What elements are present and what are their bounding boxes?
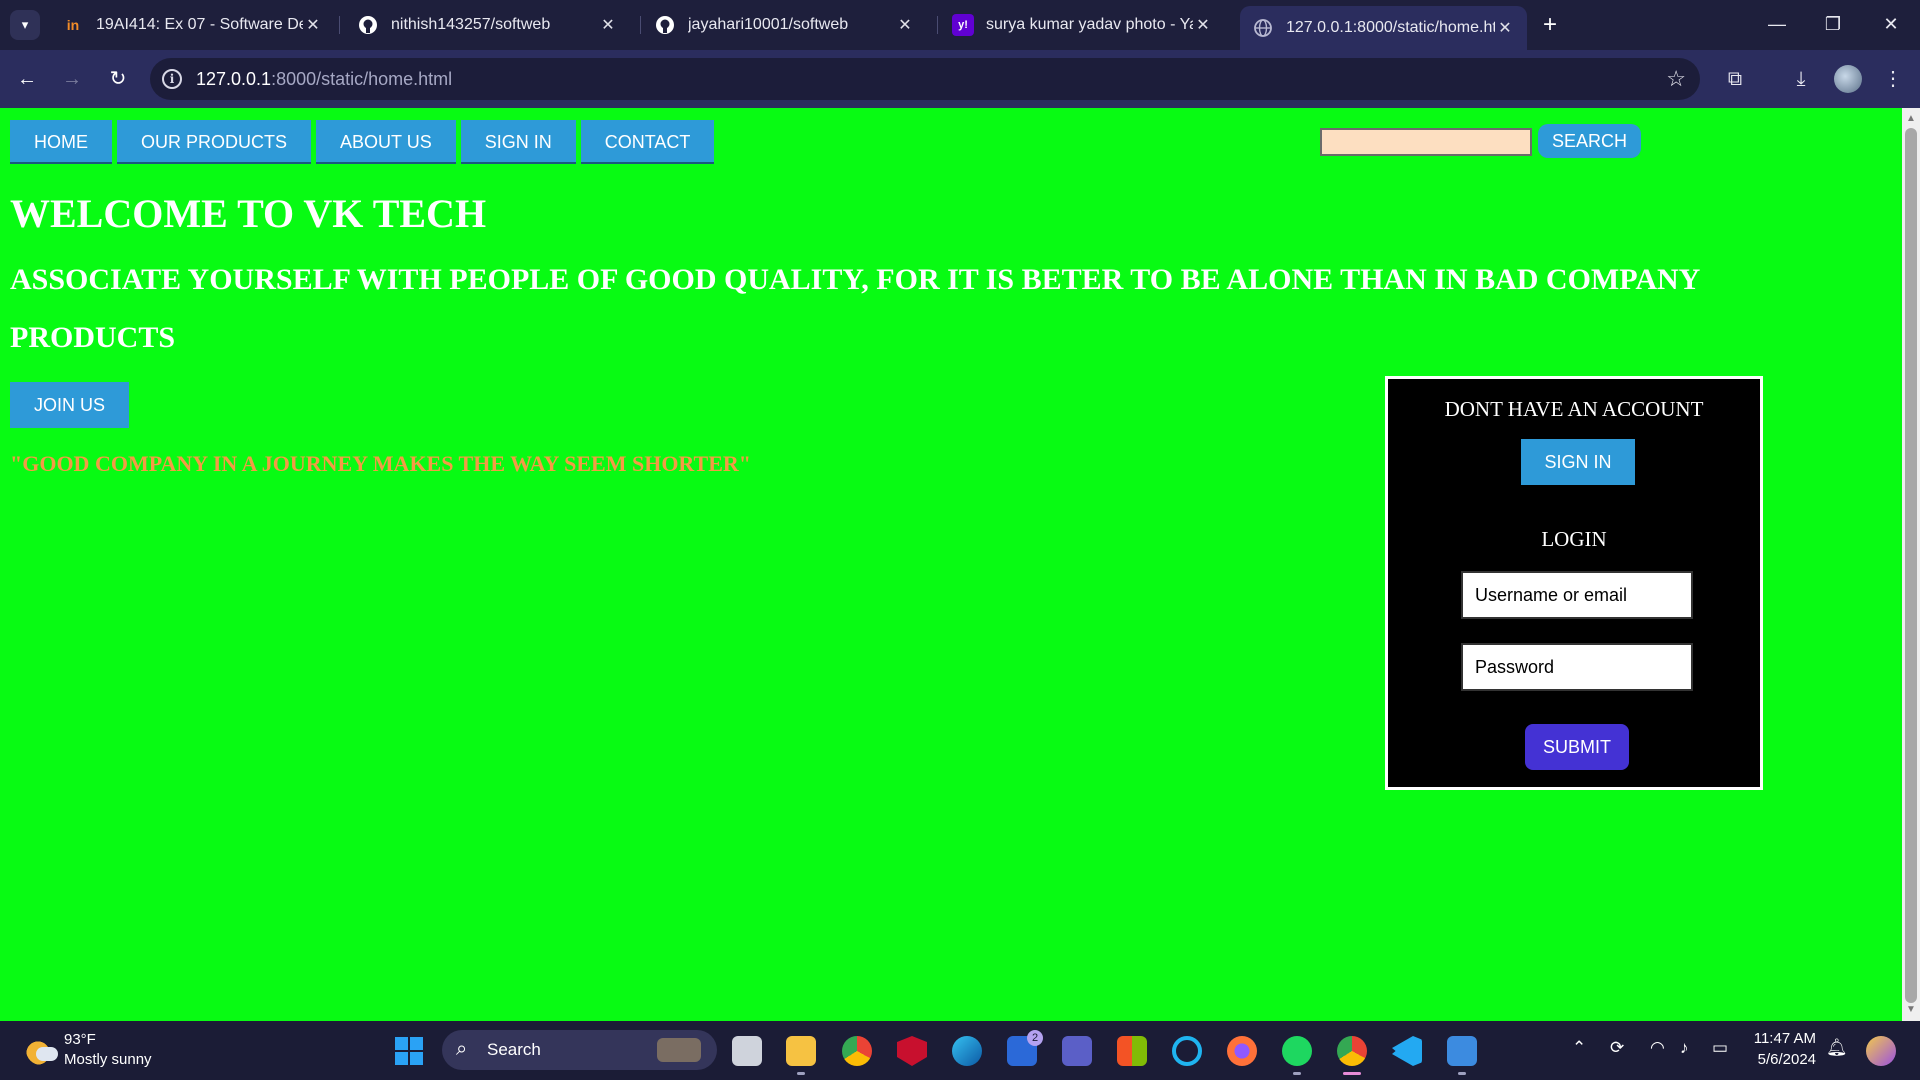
chrome-icon[interactable] (842, 1036, 872, 1066)
menu-kebab-icon[interactable]: ⋮ (1878, 64, 1908, 94)
tab-2[interactable]: jayahari10001/softweb ✕ (642, 6, 927, 44)
lync-icon[interactable]: 2 (1007, 1030, 1043, 1066)
panel-sign-in-button[interactable]: SIGN IN (1521, 439, 1635, 485)
chrome-active-icon[interactable] (1337, 1036, 1367, 1075)
close-window-icon[interactable]: ✕ (1876, 10, 1906, 38)
volume-icon[interactable]: ♪ (1680, 1038, 1689, 1058)
teams-icon[interactable] (1062, 1036, 1092, 1066)
download-icon[interactable]: ⤓ (1786, 64, 1816, 94)
page-viewport: HOME OUR PRODUCTS ABOUT US SIGN IN CONTA… (0, 108, 1920, 1021)
username-field[interactable]: Username or email (1461, 571, 1693, 619)
nav-sign-in[interactable]: SIGN IN (460, 120, 576, 164)
search-button[interactable]: SEARCH (1538, 124, 1642, 158)
browser-tab-strip: ▾ in 19AI414: Ex 07 - Software Devel ✕ n… (0, 0, 1920, 50)
scroll-thumb[interactable] (1905, 128, 1917, 1003)
weather-description[interactable]: Mostly sunny (64, 1051, 152, 1068)
taskbar: 93°F Mostly sunny ⌕ Search 2 ⌃ ⟳ ◠ ♪ ▭ 1… (0, 1021, 1920, 1080)
browser-toolbar: ← → ↻ i 127.0.0.1:8000/static/home.html … (0, 50, 1920, 108)
cortana-icon[interactable] (1172, 1036, 1202, 1066)
extensions-icon[interactable]: ⧉ (1720, 64, 1750, 94)
tab-favicon-in-icon: in (66, 17, 80, 33)
login-panel: DONT HAVE AN ACCOUNT SIGN IN LOGIN Usern… (1385, 376, 1763, 790)
file-explorer-icon[interactable] (786, 1036, 816, 1075)
search-highlight-image (657, 1038, 701, 1062)
scroll-up-icon[interactable]: ▲ (1902, 110, 1920, 128)
vscode-icon[interactable] (1392, 1036, 1422, 1066)
weather-temperature[interactable]: 93°F (64, 1031, 96, 1048)
nav-our-products[interactable]: OUR PRODUCTS (117, 120, 312, 164)
products-heading: PRODUCTS (10, 321, 176, 354)
tab-title: 19AI414: Ex 07 - Software Devel (96, 16, 303, 33)
tab-separator (937, 16, 938, 34)
bookmark-star-icon[interactable]: ☆ (1666, 66, 1686, 92)
site-navbar: HOME OUR PRODUCTS ABOUT US SIGN IN CONTA… (10, 120, 719, 164)
wifi-icon[interactable]: ◠ (1650, 1038, 1665, 1058)
site-info-icon[interactable]: i (162, 69, 182, 89)
notification-badge: 2 (1027, 1030, 1043, 1046)
restore-icon[interactable]: ❐ (1818, 10, 1848, 38)
address-bar[interactable]: i 127.0.0.1:8000/static/home.html ☆ (150, 58, 1700, 100)
taskbar-search[interactable]: ⌕ Search (442, 1030, 717, 1070)
tab-0[interactable]: in 19AI414: Ex 07 - Software Devel ✕ (50, 6, 335, 44)
taskbar-search-label: Search (487, 1040, 541, 1059)
microsoft-store-icon[interactable] (1117, 1036, 1147, 1066)
tab-separator (339, 16, 340, 34)
tab-close-icon[interactable]: ✕ (895, 15, 915, 35)
forward-arrow-icon[interactable]: → (57, 64, 87, 94)
nav-contact[interactable]: CONTACT (580, 120, 715, 164)
clock-time[interactable]: 11:47 AM (1752, 1030, 1816, 1047)
nav-home[interactable]: HOME (10, 120, 112, 164)
firefox-icon[interactable] (1227, 1036, 1257, 1066)
windows-start-icon[interactable] (395, 1037, 423, 1065)
page-title: WELCOME TO VK TECH (10, 191, 487, 236)
battery-icon[interactable]: ▭ (1712, 1038, 1728, 1058)
reload-icon[interactable]: ↻ (103, 64, 133, 94)
login-title: LOGIN (1541, 527, 1607, 551)
nav-about-us[interactable]: ABOUT US (316, 120, 456, 164)
spotify-icon[interactable] (1282, 1036, 1312, 1075)
copilot-icon[interactable] (1866, 1036, 1896, 1066)
tab-title: 127.0.0.1:8000/static/home.htm (1286, 19, 1495, 36)
mcafee-shield-icon[interactable] (897, 1036, 927, 1066)
globe-icon (1252, 17, 1274, 39)
sync-icon[interactable]: ⟳ (1610, 1038, 1624, 1058)
tab-title: surya kumar yadav photo - Yah (986, 16, 1193, 33)
scroll-down-icon[interactable]: ▼ (1902, 1001, 1920, 1019)
password-field[interactable]: Password (1461, 643, 1693, 691)
github-icon (654, 14, 676, 36)
task-view-icon[interactable] (732, 1036, 762, 1066)
tab-separator (640, 16, 641, 34)
submit-button[interactable]: SUBMIT (1525, 724, 1629, 770)
tab-close-icon[interactable]: ✕ (1495, 18, 1515, 38)
tab-active[interactable]: 127.0.0.1:8000/static/home.htm ✕ (1240, 6, 1527, 50)
github-icon (357, 14, 379, 36)
chevron-up-icon[interactable]: ⌃ (1572, 1038, 1586, 1058)
clock-date[interactable]: 5/6/2024 (1752, 1051, 1816, 1068)
tab-title: jayahari10001/softweb (688, 16, 849, 33)
weather-sun-cloud-icon[interactable] (26, 1035, 58, 1065)
minimize-icon[interactable]: — (1762, 10, 1792, 38)
tab-search-icon[interactable]: ▾ (10, 10, 40, 40)
no-account-title: DONT HAVE AN ACCOUNT (1444, 397, 1704, 421)
notification-bell-icon[interactable]: 🔔︎ (1826, 1038, 1848, 1058)
join-us-button[interactable]: JOIN US (10, 382, 130, 428)
notepad-icon[interactable] (1447, 1036, 1477, 1075)
new-tab-icon[interactable]: + (1543, 10, 1557, 40)
tab-close-icon[interactable]: ✕ (598, 15, 618, 35)
search-icon: ⌕ (456, 1038, 468, 1060)
tab-1[interactable]: nithish143257/softweb ✕ (345, 6, 630, 44)
page-scrollbar[interactable]: ▲ ▼ (1902, 108, 1920, 1021)
quote-heading: ASSOCIATE YOURSELF WITH PEOPLE OF GOOD Q… (10, 263, 1701, 296)
motto-text: "GOOD COMPANY IN A JOURNEY MAKES THE WAY… (10, 451, 751, 476)
edge-icon[interactable] (952, 1036, 982, 1066)
tab-3[interactable]: y! surya kumar yadav photo - Yah ✕ (940, 6, 1225, 44)
back-arrow-icon[interactable]: ← (12, 64, 42, 94)
url-text: 127.0.0.1:8000/static/home.html (196, 69, 453, 89)
tab-close-icon[interactable]: ✕ (1193, 15, 1213, 35)
yahoo-icon: y! (952, 14, 974, 36)
search-input[interactable] (1320, 128, 1532, 156)
tab-title: nithish143257/softweb (391, 16, 551, 33)
profile-avatar[interactable] (1834, 65, 1862, 93)
tab-close-icon[interactable]: ✕ (303, 15, 323, 35)
